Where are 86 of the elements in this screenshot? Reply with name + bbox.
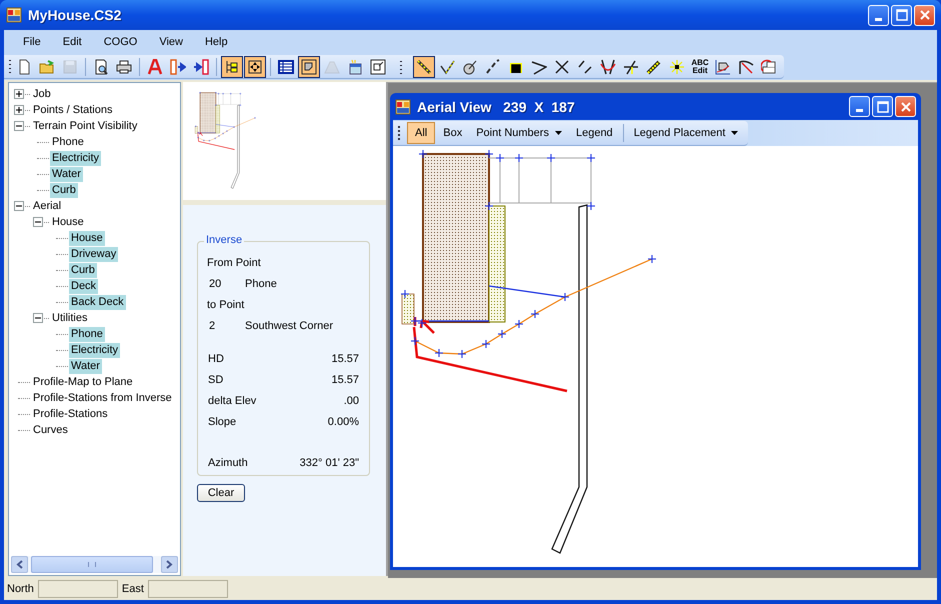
azimuth-value: 332° 01' 23": [300, 456, 359, 468]
measure-label: delta Elev: [208, 394, 256, 406]
app-icon: [395, 98, 411, 114]
menu-item[interactable]: Help: [194, 36, 239, 48]
toolbar-button[interactable]: Legend: [570, 122, 619, 144]
line-tool-icon[interactable]: [413, 56, 435, 78]
tree-item[interactable]: Profile-Stations from Inverse: [31, 390, 174, 406]
scroll-right-button[interactable]: [161, 556, 178, 573]
maximize-icon: [876, 100, 888, 112]
measure-value: 15.57: [331, 374, 359, 386]
point-name: Southwest Corner: [245, 320, 334, 332]
tree-item[interactable]: Water: [50, 166, 83, 182]
expand-icon[interactable]: [14, 89, 24, 99]
scrollbar-thumb[interactable]: [31, 556, 153, 573]
close-icon: [900, 100, 912, 112]
menu-item[interactable]: File: [12, 36, 52, 48]
minimize-button[interactable]: [849, 96, 870, 117]
point-number: 2: [208, 320, 216, 332]
tree-item[interactable]: Job: [31, 86, 53, 102]
tree-item[interactable]: Back Deck: [69, 294, 126, 310]
tree-item[interactable]: Water: [69, 358, 102, 374]
chevron-left-icon: [16, 560, 23, 569]
minimize-icon: [856, 109, 863, 112]
dropdown-button[interactable]: Legend Placement: [628, 122, 744, 144]
tree-item[interactable]: Deck: [69, 278, 98, 294]
chevron-right-icon: [166, 560, 173, 569]
tree-item[interactable]: Utilities: [50, 310, 90, 326]
map-tool-icon[interactable]: [298, 56, 320, 78]
tree-item[interactable]: Curb: [69, 262, 97, 278]
tree-item[interactable]: Electricity: [50, 150, 102, 166]
collapse-icon[interactable]: [14, 121, 24, 131]
tree-item[interactable]: Driveway: [69, 246, 118, 262]
extents-tool-icon[interactable]: [244, 56, 266, 78]
measure-label: HD: [208, 352, 224, 364]
azimuth-label: Azimuth: [208, 456, 248, 468]
tree-item[interactable]: Phone: [50, 134, 86, 150]
maximize-button[interactable]: [872, 96, 893, 117]
from-point-label: From Point: [207, 256, 261, 268]
collapse-icon[interactable]: [33, 217, 43, 227]
caret-icon: [554, 130, 562, 134]
group-title: Inverse: [204, 234, 244, 246]
measure-value: 15.57: [331, 352, 359, 364]
measure-label: Slope: [208, 416, 236, 428]
menu-item[interactable]: Edit: [52, 36, 93, 48]
measure-value: .00: [344, 394, 359, 406]
collapse-icon[interactable]: [33, 313, 43, 323]
toolbar-button[interactable]: All: [407, 122, 436, 144]
window-title: MyHouse.CS2: [28, 7, 122, 23]
tree-item[interactable]: Curves: [31, 422, 70, 438]
caret-icon: [731, 130, 738, 134]
to-point-label: to Point: [207, 298, 244, 310]
tree-item[interactable]: Electricity: [69, 342, 120, 358]
tree-item[interactable]: Terrain Point Visibility: [31, 118, 140, 134]
tree-tool-icon[interactable]: [221, 56, 243, 78]
maximize-button[interactable]: [891, 4, 912, 26]
dropdown-button[interactable]: Point Numbers: [470, 122, 568, 144]
close-icon: [918, 9, 930, 21]
close-button[interactable]: [895, 96, 916, 117]
point-name: Phone: [245, 278, 277, 290]
collapse-icon[interactable]: [14, 201, 24, 211]
scroll-left-button[interactable]: [11, 556, 28, 573]
expand-icon[interactable]: [14, 105, 24, 115]
status-label: East: [122, 583, 144, 595]
measure-value: 0.00%: [328, 416, 359, 428]
tree-item[interactable]: House: [50, 214, 86, 230]
app-icon: [6, 7, 22, 23]
tree-item[interactable]: House: [69, 230, 105, 246]
text-edit-button[interactable]: ABC Edit: [689, 56, 711, 78]
maximize-icon: [896, 9, 908, 21]
window-title: Aerial View 239 X 187: [417, 98, 575, 114]
measure-label: SD: [208, 374, 224, 386]
tree-item[interactable]: Profile-Stations: [31, 406, 110, 422]
close-button[interactable]: [914, 4, 935, 26]
minimize-icon: [875, 18, 882, 20]
clear-button[interactable]: Clear: [197, 484, 245, 502]
menu-item[interactable]: COGO: [92, 36, 148, 48]
tree-item[interactable]: Points / Stations: [31, 102, 114, 118]
tree-item[interactable]: Phone: [69, 326, 105, 342]
toolbar-button[interactable]: Box: [437, 122, 468, 144]
tree-item[interactable]: Profile-Map to Plane: [31, 374, 135, 390]
point-number: 20: [208, 278, 222, 290]
tree-item[interactable]: Curb: [50, 182, 78, 198]
menu-item[interactable]: View: [148, 36, 194, 48]
tree-item[interactable]: Aerial: [31, 198, 64, 214]
status-label: North: [7, 583, 34, 595]
minimize-button[interactable]: [868, 4, 889, 26]
